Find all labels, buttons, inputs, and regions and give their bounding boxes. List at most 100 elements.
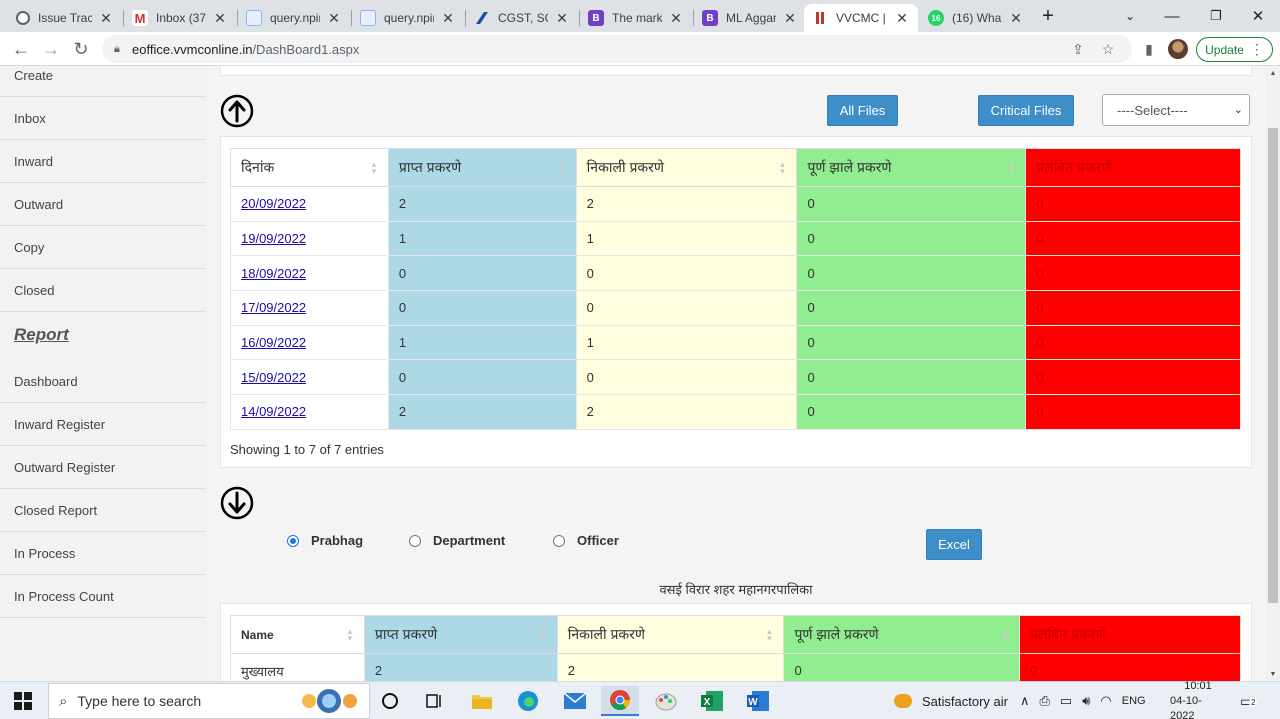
close-tab-icon[interactable]: ✕ xyxy=(212,10,228,27)
column-header-date[interactable]: दिनांक ▲ ▼ xyxy=(230,148,389,187)
scrollbar-thumb[interactable] xyxy=(1268,128,1278,603)
profile-avatar[interactable] xyxy=(1168,39,1188,59)
tab-whatsapp[interactable]: 16 (16) Whats ✕ xyxy=(920,4,1032,32)
radio-prabhag[interactable]: Prabhag xyxy=(287,533,363,548)
volume-icon[interactable]: 🔊︎ xyxy=(1082,693,1090,709)
show-hidden-icons-chevron-icon[interactable]: ∧ xyxy=(1020,693,1030,709)
edge-browser-icon[interactable] xyxy=(509,686,547,716)
date-link[interactable]: 19/09/2022 xyxy=(241,231,306,246)
tab-vvcmc[interactable]: VVCMC | E ✕ xyxy=(804,4,918,32)
radio-button[interactable] xyxy=(409,534,421,547)
close-tab-icon[interactable]: ✕ xyxy=(782,10,798,27)
column-header-disposed[interactable]: निकाली प्रकरणे ▲ ▼ xyxy=(575,148,798,187)
page-scrollbar[interactable]: ▲ ▼ xyxy=(1266,66,1280,681)
tab-ml-aggarwal[interactable]: B ML Aggarv ✕ xyxy=(694,4,806,32)
back-arrow-icon[interactable]: ← xyxy=(8,37,34,61)
column-header-disposed[interactable]: निकाली प्रकरणे ▲ ▼ xyxy=(556,615,785,654)
collapse-up-arrow-icon[interactable] xyxy=(220,94,254,128)
sidebar-item-closed[interactable]: Closed xyxy=(0,269,206,312)
expand-down-arrow-icon[interactable] xyxy=(220,486,254,520)
column-header-completed[interactable]: पूर्ण झाले प्रकरणे ▲ ▼ xyxy=(796,148,1027,187)
close-tab-icon[interactable]: ✕ xyxy=(1008,10,1024,27)
url-bar[interactable]: 🔒︎ eoffice.vvmconline.in/DashBoard1.aspx… xyxy=(102,35,1132,63)
task-view-icon[interactable] xyxy=(415,686,453,716)
sidebar-item-dashboard[interactable]: Dashboard xyxy=(0,360,206,403)
date-link[interactable]: 17/09/2022 xyxy=(241,300,306,315)
chrome-icon[interactable] xyxy=(601,686,639,716)
close-tab-icon[interactable]: ✕ xyxy=(894,10,910,27)
radio-button-selected[interactable] xyxy=(287,534,299,547)
file-explorer-icon[interactable] xyxy=(463,686,501,716)
sidebar-item-inward[interactable]: Inward xyxy=(0,140,206,183)
sidebar-item-in-process[interactable]: In Process xyxy=(0,532,206,575)
sidebar-item-inward-register[interactable]: Inward Register xyxy=(0,403,206,446)
tab-gmail-inbox[interactable]: M Inbox (37) ✕ xyxy=(124,4,236,32)
column-header-pending[interactable]: प्रलंबित प्रकरणे xyxy=(1019,615,1241,654)
name-cell: मुख्यालय xyxy=(230,653,365,681)
word-icon[interactable]: W xyxy=(739,686,777,716)
tab-search-chevron-icon[interactable]: ⌄ xyxy=(1110,0,1150,32)
reload-icon[interactable]: ↻ xyxy=(68,37,94,61)
sidebar-item-inbox[interactable]: Inbox xyxy=(0,97,206,140)
column-header-received[interactable]: प्राप्त प्रकरणे ▲ ▼ xyxy=(387,148,577,187)
excel-icon[interactable]: X xyxy=(693,686,731,716)
tab-query-npin-1[interactable]: query.npin ✕ xyxy=(238,4,350,32)
close-tab-icon[interactable]: ✕ xyxy=(98,10,114,27)
close-window-button[interactable]: ✕ xyxy=(1238,0,1278,32)
date-link[interactable]: 14/09/2022 xyxy=(241,404,306,419)
critical-files-button[interactable]: Critical Files xyxy=(978,95,1074,126)
sidebar-item-copy[interactable]: Copy xyxy=(0,226,206,269)
tab-the-market[interactable]: B The marke ✕ xyxy=(580,4,692,32)
sidebar-item-in-process-count[interactable]: In Process Count xyxy=(0,575,206,618)
bootstrap-icon: B xyxy=(702,10,718,26)
column-header-received[interactable]: प्राप्त प्रकरणे ▲ ▼ xyxy=(363,615,558,654)
minimize-button[interactable]: — xyxy=(1152,0,1192,32)
tab-query-npin-2[interactable]: query.npin ✕ xyxy=(352,4,464,32)
cortana-icon[interactable] xyxy=(371,686,409,716)
restore-button[interactable]: ❐ xyxy=(1196,0,1236,32)
radio-department[interactable]: Department xyxy=(409,533,505,548)
excel-export-button[interactable]: Excel xyxy=(926,529,982,560)
language-indicator[interactable]: ENG xyxy=(1122,695,1146,707)
share-icon[interactable]: ⇪ xyxy=(1068,39,1088,59)
date-link[interactable]: 20/09/2022 xyxy=(241,196,306,211)
mail-icon[interactable] xyxy=(556,686,594,716)
sidebar-item-closed-report[interactable]: Closed Report xyxy=(0,489,206,532)
weather-widget[interactable]: Satisfactory air xyxy=(894,682,1008,719)
bookmark-star-icon[interactable]: ☆ xyxy=(1098,39,1118,59)
tab-cgst[interactable]: CGST, SGS ✕ xyxy=(466,4,578,32)
column-header-pending[interactable]: प्रलंबित प्रकरणे xyxy=(1025,148,1241,187)
radio-button[interactable] xyxy=(553,534,565,547)
radio-officer[interactable]: Officer xyxy=(553,533,619,548)
notification-center-icon[interactable]: ▭ 2 xyxy=(1240,682,1258,719)
sidebar-item-create[interactable]: Create xyxy=(0,66,206,97)
meet-now-icon[interactable]: ⎙ xyxy=(1040,693,1050,709)
date-link[interactable]: 16/09/2022 xyxy=(241,335,306,350)
new-tab-button[interactable]: + xyxy=(1028,0,1068,32)
sidebar-item-outward-register[interactable]: Outward Register xyxy=(0,446,206,489)
date-link[interactable]: 18/09/2022 xyxy=(241,266,306,281)
wifi-icon[interactable]: ◠ xyxy=(1100,693,1111,709)
scroll-up-arrow-icon[interactable]: ▲ xyxy=(1266,66,1280,80)
close-tab-icon[interactable]: ✕ xyxy=(440,10,456,27)
column-header-name[interactable]: Name ▲ ▼ xyxy=(230,615,365,654)
scroll-down-arrow-icon[interactable]: ▼ xyxy=(1266,667,1280,681)
windows-start-icon[interactable] xyxy=(4,686,42,716)
close-tab-icon[interactable]: ✕ xyxy=(326,10,342,27)
paint-icon[interactable] xyxy=(647,686,685,716)
side-panel-icon[interactable]: ▮ xyxy=(1136,37,1162,61)
date-link[interactable]: 15/09/2022 xyxy=(241,370,306,385)
received-cell: 2 xyxy=(387,186,577,222)
battery-icon[interactable]: ▭ xyxy=(1060,693,1072,709)
close-tab-icon[interactable]: ✕ xyxy=(554,10,570,27)
sidebar-item-outward[interactable]: Outward xyxy=(0,183,206,226)
all-files-button[interactable]: All Files xyxy=(827,95,898,126)
forward-arrow-icon[interactable]: → xyxy=(38,37,64,61)
tab-issue-tracker[interactable]: Issue Track ✕ xyxy=(8,4,122,32)
taskbar-search-box[interactable]: ⌕ Type here to search xyxy=(48,683,370,719)
update-button[interactable]: Update ⋮ xyxy=(1196,37,1273,62)
close-tab-icon[interactable]: ✕ xyxy=(668,10,684,27)
column-header-completed[interactable]: पूर्ण झाले प्रकरणे ▲ ▼ xyxy=(783,615,1021,654)
filter-select[interactable]: ----Select---- ⌄ xyxy=(1102,94,1250,126)
clock[interactable]: 10:01 04-10-2022 xyxy=(1170,680,1226,719)
